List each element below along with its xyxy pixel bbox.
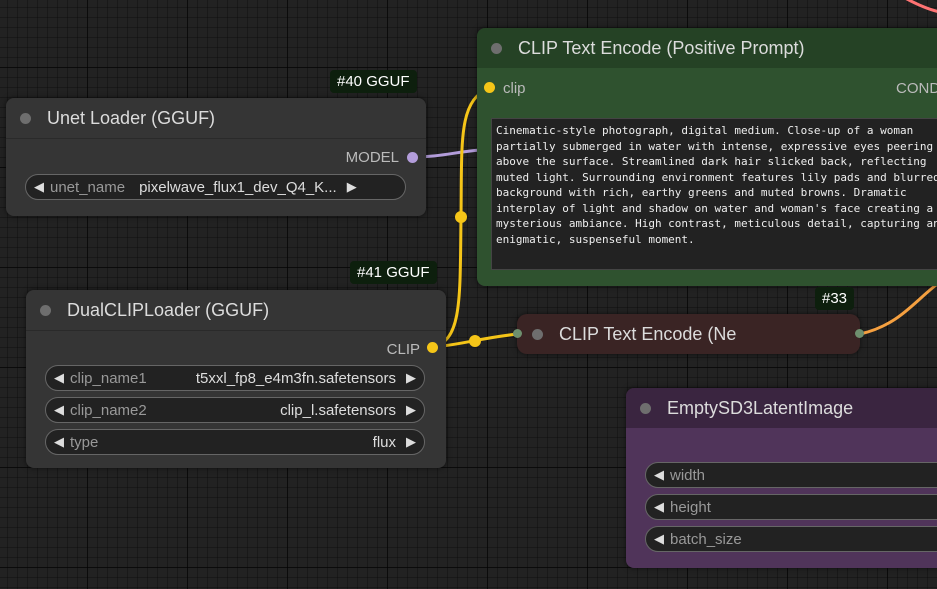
collapse-toggle-icon[interactable] [40, 304, 51, 316]
output-slot-model[interactable] [407, 152, 418, 163]
node-title-bar[interactable]: EmptySD3LatentImage [626, 388, 937, 428]
arrow-left-icon[interactable]: ◀ [654, 467, 664, 483]
wire-reroute-dot [455, 211, 467, 223]
node-body: MODEL ◀ unet_name pixelwave_flux1_dev_Q4… [6, 138, 426, 216]
node-title: DualCLIPLoader (GGUF) [67, 299, 270, 320]
unet-loader-node[interactable]: Unet Loader (GGUF) MODEL ◀ unet_name pix… [6, 98, 426, 216]
batch-size-input[interactable]: ◀ batch_size [645, 526, 937, 552]
node-title-bar[interactable]: CLIP Text Encode (Ne [517, 314, 860, 354]
clip-name2-combo[interactable]: ◀ clip_name2 clip_l.safetensors ▶ [45, 397, 425, 423]
arrow-right-icon[interactable]: ▶ [406, 370, 416, 386]
output-label-clip: CLIP [386, 341, 420, 358]
node-title: EmptySD3LatentImage [667, 397, 854, 418]
empty-sd3-latent-image-node[interactable]: EmptySD3LatentImage ◀ width ◀ height ◀ b… [626, 388, 937, 568]
arrow-right-icon[interactable]: ▶ [347, 179, 357, 195]
clip-text-encode-negative-node[interactable]: CLIP Text Encode (Ne [517, 314, 860, 354]
output-slot-conditioning-collapsed[interactable] [855, 329, 864, 338]
widget-label: batch_size [670, 530, 742, 548]
input-slot-clip[interactable] [484, 82, 495, 93]
node-id-badge-dualclip: #41 GGUF [350, 261, 437, 284]
widget-value: pixelwave_flux1_dev_Q4_K... [139, 178, 337, 196]
output-slot-clip[interactable] [427, 342, 438, 353]
node-id-badge-unet: #40 GGUF [330, 70, 417, 93]
widget-label: type [70, 433, 99, 451]
node-title-bar[interactable]: DualCLIPLoader (GGUF) [26, 290, 446, 330]
latent-wire [905, 0, 937, 13]
output-label-model: MODEL [345, 149, 399, 166]
unet-name-combo[interactable]: ◀ unet_name pixelwave_flux1_dev_Q4_K... … [25, 174, 406, 200]
widget-label: clip_name2 [70, 401, 147, 419]
widget-value: flux [372, 433, 396, 451]
type-combo[interactable]: ◀ type flux ▶ [45, 429, 425, 455]
height-input[interactable]: ◀ height [645, 494, 937, 520]
widget-label: clip_name1 [70, 369, 147, 387]
arrow-left-icon[interactable]: ◀ [54, 370, 64, 386]
output-label-conditioning: COND [896, 80, 937, 97]
arrow-left-icon[interactable]: ◀ [654, 531, 664, 547]
collapse-toggle-icon[interactable] [20, 112, 31, 124]
arrow-left-icon[interactable]: ◀ [54, 434, 64, 450]
collapse-toggle-icon[interactable] [491, 42, 502, 54]
clip-text-encode-positive-node[interactable]: CLIP Text Encode (Positive Prompt) clip … [477, 28, 937, 286]
arrow-left-icon[interactable]: ◀ [54, 402, 64, 418]
conditioning-wire [859, 282, 937, 336]
collapse-toggle-icon[interactable] [640, 402, 651, 414]
node-title: CLIP Text Encode (Positive Prompt) [518, 37, 805, 58]
clip-name1-combo[interactable]: ◀ clip_name1 t5xxl_fp8_e4m3fn.safetensor… [45, 365, 425, 391]
widget-label: width [670, 466, 706, 484]
node-title: CLIP Text Encode (Ne [559, 323, 737, 344]
arrow-right-icon[interactable]: ▶ [406, 434, 416, 450]
node-title-bar[interactable]: CLIP Text Encode (Positive Prompt) [477, 28, 937, 68]
node-body: CLIP ◀ clip_name1 t5xxl_fp8_e4m3fn.safet… [26, 330, 446, 468]
node-body: clip COND Cinematic-style photograph, di… [477, 68, 937, 286]
input-slot-clip-collapsed[interactable] [513, 329, 522, 338]
arrow-right-icon[interactable]: ▶ [406, 402, 416, 418]
width-input[interactable]: ◀ width [645, 462, 937, 488]
arrow-left-icon[interactable]: ◀ [34, 179, 44, 195]
widget-value: clip_l.safetensors [280, 401, 396, 419]
dual-clip-loader-node[interactable]: DualCLIPLoader (GGUF) CLIP ◀ clip_name1 … [26, 290, 446, 468]
arrow-left-icon[interactable]: ◀ [654, 499, 664, 515]
input-label-clip: clip [503, 80, 526, 97]
wire-reroute-dot [469, 335, 481, 347]
node-title: Unet Loader (GGUF) [47, 107, 216, 128]
widget-label: unet_name [50, 178, 126, 196]
widget-label: height [670, 498, 711, 516]
prompt-textarea[interactable]: Cinematic-style photograph, digital medi… [491, 118, 937, 270]
node-title-bar[interactable]: Unet Loader (GGUF) [6, 98, 426, 138]
collapse-toggle-icon[interactable] [532, 328, 543, 340]
node-body: ◀ width ◀ height ◀ batch_size [626, 428, 937, 568]
node-id-badge-negative: #33 [815, 287, 855, 310]
widget-value: t5xxl_fp8_e4m3fn.safetensors [195, 369, 396, 387]
